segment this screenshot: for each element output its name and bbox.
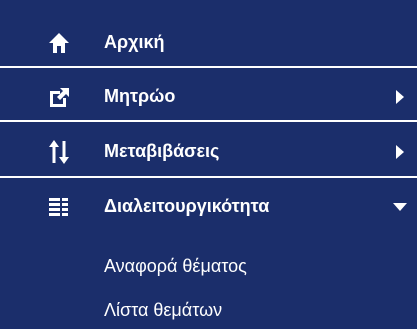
menu-divider <box>0 66 417 68</box>
home-icon <box>46 30 72 56</box>
list-icon <box>46 194 72 220</box>
menu-item-label: Μεταβιβάσεις <box>104 141 220 161</box>
transfer-arrows-icon <box>46 139 72 165</box>
menu-item-registry[interactable]: Μητρώο <box>0 70 417 123</box>
menu-divider <box>0 120 417 122</box>
menu-item-interoperability[interactable]: Διαλειτουργικότητα <box>0 180 417 233</box>
submenu-item-issue-report[interactable]: Αναφορά θέματος <box>104 256 247 277</box>
chevron-down-icon <box>391 198 409 216</box>
chevron-right-icon <box>391 143 409 161</box>
menu-item-label: Μητρώο <box>104 86 176 106</box>
menu-divider <box>0 176 417 178</box>
menu-item-label: Διαλειτουργικότητα <box>104 196 270 216</box>
chevron-right-icon <box>391 88 409 106</box>
submenu-item-issue-list[interactable]: Λίστα θεμάτων <box>104 300 222 321</box>
external-link-icon <box>46 84 72 110</box>
sidebar-menu: Αρχική Μητρώο Μεταβιβάσεις Διαλειτουργικ… <box>0 0 417 329</box>
menu-item-transfers[interactable]: Μεταβιβάσεις <box>0 125 417 178</box>
menu-item-label: Αρχική <box>104 32 165 52</box>
menu-item-home[interactable]: Αρχική <box>0 16 417 69</box>
